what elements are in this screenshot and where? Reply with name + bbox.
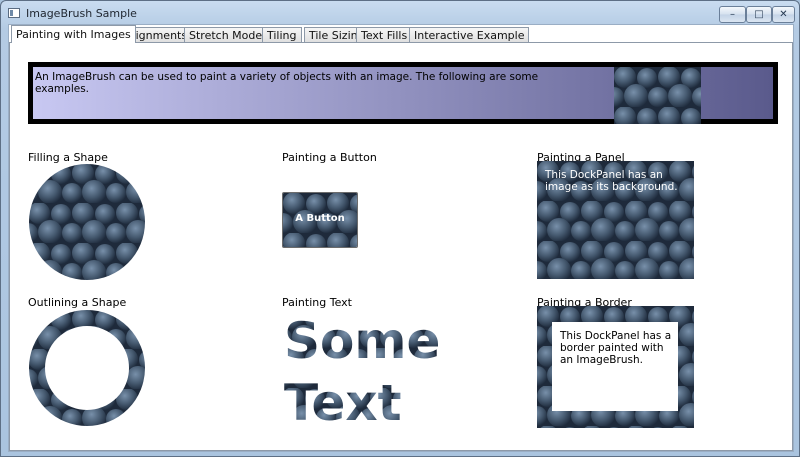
image-button[interactable]: A Button	[282, 192, 358, 248]
image-border-panel: This DockPanel has a border painted with…	[537, 306, 694, 428]
grape-image	[614, 67, 701, 124]
tab-stretch-modes[interactable]: Stretch Modes	[184, 27, 273, 43]
image-filled-text: Some Text	[284, 312, 440, 428]
intro-text: An ImageBrush can be used to paint a var…	[35, 71, 539, 95]
border-inner-panel: This DockPanel has a border painted with…	[552, 322, 678, 411]
window-title: ImageBrush Sample	[26, 7, 137, 20]
button-label: A Button	[295, 213, 345, 224]
minimize-button[interactable]: –	[719, 6, 746, 23]
filled-ellipse	[29, 164, 145, 280]
app-icon	[8, 8, 20, 18]
close-button[interactable]: ✕	[772, 6, 795, 23]
tab-page-painting-with-images: An ImageBrush can be used to paint a var…	[9, 42, 793, 451]
client-area: Painting with Images Alignments Stretch …	[8, 24, 794, 452]
image-panel: This DockPanel has an image as its backg…	[537, 161, 694, 279]
tab-painting-with-images[interactable]: Painting with Images	[11, 25, 136, 43]
caption-outlining-shape: Outlining a Shape	[28, 296, 127, 309]
caption-painting-button: Painting a Button	[282, 151, 377, 164]
intro-banner: An ImageBrush can be used to paint a var…	[28, 62, 778, 124]
panel-text: This DockPanel has an image as its backg…	[545, 169, 678, 193]
tab-tiling[interactable]: Tiling	[262, 27, 302, 43]
maximize-icon: □	[754, 9, 764, 20]
minimize-icon: –	[730, 9, 735, 20]
text-line-2: Text	[284, 374, 402, 428]
tab-interactive-example[interactable]: Interactive Example	[409, 27, 530, 43]
tab-text-fills[interactable]: Text Fills	[356, 27, 413, 43]
border-panel-text: This DockPanel has a border painted with…	[560, 330, 672, 366]
app-window: ImageBrush Sample – □ ✕ Painting with Im…	[0, 0, 800, 457]
text-line-1: Some	[284, 312, 440, 370]
close-icon: ✕	[779, 9, 788, 20]
maximize-button[interactable]: □	[746, 6, 772, 23]
tab-strip: Painting with Images Alignments Stretch …	[9, 25, 793, 43]
outlined-ellipse	[29, 310, 145, 426]
